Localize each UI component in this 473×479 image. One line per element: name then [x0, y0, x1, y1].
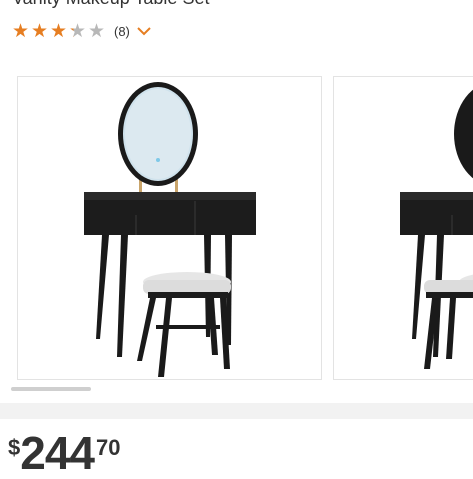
product-title: Vanity Makeup Table Set [12, 0, 209, 9]
star-icon: ★ [87, 20, 106, 42]
star-icon: ★ [68, 20, 87, 42]
star-icon: ★ [30, 20, 49, 42]
star-rating: ★ ★ ★ ★ ★ [11, 22, 106, 41]
image-carousel[interactable] [0, 76, 473, 382]
vanity-table-image [84, 82, 256, 377]
rating-summary[interactable]: ★ ★ ★ ★ ★ (8) [11, 20, 151, 42]
product-price: $ 244 70 [8, 430, 120, 476]
chevron-down-icon[interactable] [137, 26, 151, 36]
section-divider [0, 403, 473, 419]
price-whole: 244 [20, 427, 95, 479]
product-image-card[interactable] [17, 76, 322, 380]
product-image-card[interactable] [333, 76, 473, 380]
star-icon: ★ [49, 20, 68, 42]
carousel-scrollbar[interactable] [11, 387, 91, 391]
star-icon: ★ [11, 20, 30, 42]
review-count[interactable]: (8) [114, 24, 130, 39]
vanity-table-image [400, 89, 473, 369]
price-currency: $ [8, 435, 21, 460]
price-cents: 70 [96, 435, 121, 460]
